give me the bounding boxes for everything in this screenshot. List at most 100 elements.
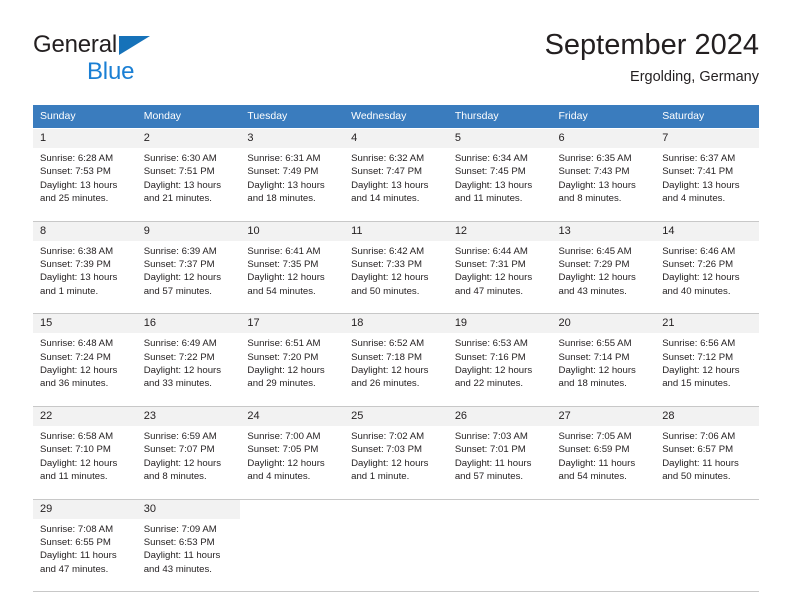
day-cell-inner: 17 Sunrise: 6:51 AM Sunset: 7:20 PM Dayligh… xyxy=(240,314,345,397)
daylight-text: Daylight: 12 hours and 4 minutes. xyxy=(247,457,325,483)
day-details: Sunrise: 6:55 AM Sunset: 7:14 PM Daylight:… xyxy=(552,333,656,397)
daylight-text: Daylight: 12 hours and 15 minutes. xyxy=(662,365,740,390)
day-cell-inner: 25 Sunrise: 7:02 AM Sunset: 7:03 PM Dayligh… xyxy=(344,406,448,490)
day-number: 18 xyxy=(344,314,448,334)
day-details: Sunrise: 6:32 AM Sunset: 7:47 PM Daylight:… xyxy=(344,148,448,212)
calendar-day-cell[interactable]: 18 Sunrise: 6:52 AM Sunset: 7:18 PM Dayligh… xyxy=(344,313,448,397)
day-cell-inner: 5 Sunrise: 6:34 AM Sunset: 7:45 PM Daylight… xyxy=(447,129,552,212)
day-number: 14 xyxy=(655,221,759,241)
calendar-day-cell[interactable]: 15 Sunrise: 6:48 AM Sunset: 7:24 PM Dayligh… xyxy=(33,313,137,397)
daylight-text: Daylight: 12 hours and 1 minute. xyxy=(351,457,429,483)
calendar-day-cell-empty xyxy=(447,498,552,583)
sunset-text: Sunset: 6:57 PM xyxy=(662,444,734,456)
calendar-day-cell[interactable]: 14 Sunrise: 6:46 AM Sunset: 7:26 PM Dayligh… xyxy=(655,220,759,305)
calendar-day-cell[interactable]: 20 Sunrise: 6:55 AM Sunset: 7:14 PM Dayligh… xyxy=(551,313,656,397)
sunrise-text: Sunrise: 6:51 AM xyxy=(247,338,321,350)
daylight-text: Daylight: 12 hours and 26 minutes. xyxy=(351,365,429,390)
logo-text-general-label: General xyxy=(33,31,117,58)
day-number: 17 xyxy=(240,314,345,334)
calendar-day-cell[interactable]: 30 Sunrise: 7:09 AM Sunset: 6:53 PM Dayligh… xyxy=(136,498,241,583)
day-details: Sunrise: 7:05 AM Sunset: 6:59 PM Daylight:… xyxy=(552,426,656,490)
calendar-day-cell[interactable]: 5 Sunrise: 6:34 AM Sunset: 7:45 PM Daylight… xyxy=(447,127,552,212)
calendar-day-cell[interactable]: 22 Sunrise: 6:58 AM Sunset: 7:10 PM Dayligh… xyxy=(33,405,137,490)
sunrise-text: Sunrise: 7:06 AM xyxy=(662,430,736,442)
sunrise-text: Sunrise: 7:09 AM xyxy=(143,523,217,535)
week-separator xyxy=(33,396,759,407)
calendar-day-cell[interactable]: 3 Sunrise: 6:31 AM Sunset: 7:49 PM Daylight… xyxy=(240,127,345,212)
day-number: 10 xyxy=(240,221,345,241)
sunrise-text: Sunrise: 6:46 AM xyxy=(662,245,736,257)
day-number: 22 xyxy=(33,406,137,426)
day-number: 27 xyxy=(551,406,656,426)
sunrise-text: Sunrise: 6:49 AM xyxy=(143,338,217,350)
calendar-day-cell[interactable]: 17 Sunrise: 6:51 AM Sunset: 7:20 PM Dayligh… xyxy=(240,313,345,397)
calendar-day-cell[interactable]: 29 Sunrise: 7:08 AM Sunset: 6:55 PM Dayligh… xyxy=(33,498,137,583)
calendar-body: 1 Sunrise: 6:28 AM Sunset: 7:53 PM Daylight… xyxy=(33,127,759,593)
day-cell-inner: 22 Sunrise: 6:58 AM Sunset: 7:10 PM Dayligh… xyxy=(33,406,137,490)
calendar-day-cell[interactable]: 13 Sunrise: 6:45 AM Sunset: 7:29 PM Dayligh… xyxy=(551,220,656,305)
day-details: Sunrise: 7:08 AM Sunset: 6:55 PM Daylight:… xyxy=(33,519,137,583)
calendar-day-cell[interactable]: 19 Sunrise: 6:53 AM Sunset: 7:16 PM Dayligh… xyxy=(447,313,552,397)
calendar-day-cell[interactable]: 7 Sunrise: 6:37 AM Sunset: 7:41 PM Daylight… xyxy=(655,127,759,212)
day-details: Sunrise: 6:41 AM Sunset: 7:35 PM Daylight:… xyxy=(240,241,344,305)
calendar-day-cell[interactable]: 9 Sunrise: 6:39 AM Sunset: 7:37 PM Daylight… xyxy=(136,220,241,305)
day-number: 16 xyxy=(136,314,241,334)
week-separator-line xyxy=(33,582,759,593)
calendar-day-cell[interactable]: 10 Sunrise: 6:41 AM Sunset: 7:35 PM Dayligh… xyxy=(240,220,345,305)
day-cell-inner: 1 Sunrise: 6:28 AM Sunset: 7:53 PM Daylight… xyxy=(33,129,137,212)
day-cell-inner: 16 Sunrise: 6:49 AM Sunset: 7:22 PM Dayligh… xyxy=(136,314,241,397)
calendar-day-cell-empty xyxy=(551,498,656,583)
calendar-day-cell[interactable]: 2 Sunrise: 6:30 AM Sunset: 7:51 PM Daylight… xyxy=(136,127,241,212)
sunrise-text: Sunrise: 6:48 AM xyxy=(40,338,114,350)
daylight-text: Daylight: 12 hours and 33 minutes. xyxy=(143,365,222,390)
day-number: 11 xyxy=(344,221,448,241)
calendar-day-cell[interactable]: 21 Sunrise: 6:56 AM Sunset: 7:12 PM Dayligh… xyxy=(655,313,759,397)
calendar-day-cell[interactable]: 28 Sunrise: 7:06 AM Sunset: 6:57 PM Dayligh… xyxy=(655,405,759,490)
day-number: 26 xyxy=(447,406,552,426)
day-details: Sunrise: 7:02 AM Sunset: 7:03 PM Daylight:… xyxy=(344,426,448,490)
day-details: Sunrise: 6:53 AM Sunset: 7:16 PM Daylight:… xyxy=(448,333,552,397)
day-details: Sunrise: 7:03 AM Sunset: 7:01 PM Daylight:… xyxy=(448,426,552,490)
calendar-day-cell[interactable]: 25 Sunrise: 7:02 AM Sunset: 7:03 PM Dayligh… xyxy=(344,405,448,490)
sunset-text: Sunset: 7:10 PM xyxy=(40,444,111,456)
day-cell-inner: 9 Sunrise: 6:39 AM Sunset: 7:37 PM Daylight… xyxy=(136,221,241,305)
calendar-day-cell[interactable]: 16 Sunrise: 6:49 AM Sunset: 7:22 PM Dayligh… xyxy=(136,313,241,397)
day-cell-inner: 10 Sunrise: 6:41 AM Sunset: 7:35 PM Dayligh… xyxy=(240,221,345,305)
daylight-text: Daylight: 11 hours and 54 minutes. xyxy=(558,457,636,483)
calendar-day-cell[interactable]: 26 Sunrise: 7:03 AM Sunset: 7:01 PM Dayligh… xyxy=(447,405,552,490)
calendar-day-cell[interactable]: 27 Sunrise: 7:05 AM Sunset: 6:59 PM Dayligh… xyxy=(551,405,656,490)
daylight-text: Daylight: 12 hours and 18 minutes. xyxy=(558,365,636,390)
day-details: Sunrise: 6:56 AM Sunset: 7:12 PM Daylight:… xyxy=(655,333,759,397)
sunset-text: Sunset: 7:43 PM xyxy=(558,166,630,178)
sunrise-text: Sunrise: 6:38 AM xyxy=(40,245,114,257)
calendar-day-cell[interactable]: 12 Sunrise: 6:44 AM Sunset: 7:31 PM Dayligh… xyxy=(447,220,552,305)
day-cell-inner: 8 Sunrise: 6:38 AM Sunset: 7:39 PM Daylight… xyxy=(33,221,137,305)
day-details: Sunrise: 6:28 AM Sunset: 7:53 PM Daylight:… xyxy=(33,148,137,212)
day-details: Sunrise: 7:06 AM Sunset: 6:57 PM Daylight:… xyxy=(655,426,759,490)
sunset-text: Sunset: 7:20 PM xyxy=(247,351,319,363)
calendar-day-cell[interactable]: 11 Sunrise: 6:42 AM Sunset: 7:33 PM Dayligh… xyxy=(344,220,448,305)
calendar-day-cell[interactable]: 6 Sunrise: 6:35 AM Sunset: 7:43 PM Daylight… xyxy=(551,127,656,212)
sunset-text: Sunset: 7:22 PM xyxy=(143,351,215,363)
sunset-text: Sunset: 7:29 PM xyxy=(558,259,630,271)
sunset-text: Sunset: 6:59 PM xyxy=(558,444,630,456)
daylight-text: Daylight: 13 hours and 1 minute. xyxy=(40,272,118,297)
daylight-text: Daylight: 12 hours and 40 minutes. xyxy=(662,272,740,297)
sunset-text: Sunset: 7:14 PM xyxy=(558,351,630,363)
calendar-day-cell[interactable]: 23 Sunrise: 6:59 AM Sunset: 7:07 PM Dayligh… xyxy=(136,405,241,490)
calendar-day-cell[interactable]: 1 Sunrise: 6:28 AM Sunset: 7:53 PM Daylight… xyxy=(33,127,137,212)
calendar-week-row: 15 Sunrise: 6:48 AM Sunset: 7:24 PM Dayligh… xyxy=(33,313,759,397)
generalblue-logo[interactable]: General Blue xyxy=(33,31,150,84)
day-number: 4 xyxy=(344,129,448,148)
sunrise-text: Sunrise: 6:35 AM xyxy=(558,153,632,164)
calendar-day-cell[interactable]: 24 Sunrise: 7:00 AM Sunset: 7:05 PM Dayligh… xyxy=(240,405,345,490)
day-cell-inner: 23 Sunrise: 6:59 AM Sunset: 7:07 PM Dayligh… xyxy=(136,406,241,490)
day-number: 30 xyxy=(136,499,241,519)
calendar-day-cell[interactable]: 8 Sunrise: 6:38 AM Sunset: 7:39 PM Daylight… xyxy=(33,220,137,305)
calendar-week-row: 22 Sunrise: 6:58 AM Sunset: 7:10 PM Dayligh… xyxy=(33,405,759,490)
sunrise-text: Sunrise: 6:53 AM xyxy=(454,338,528,350)
week-separator xyxy=(33,211,759,222)
daylight-text: Daylight: 13 hours and 11 minutes. xyxy=(454,179,533,205)
calendar-day-cell[interactable]: 4 Sunrise: 6:32 AM Sunset: 7:47 PM Daylight… xyxy=(344,127,448,212)
day-cell-inner: 18 Sunrise: 6:52 AM Sunset: 7:18 PM Dayligh… xyxy=(344,314,448,397)
